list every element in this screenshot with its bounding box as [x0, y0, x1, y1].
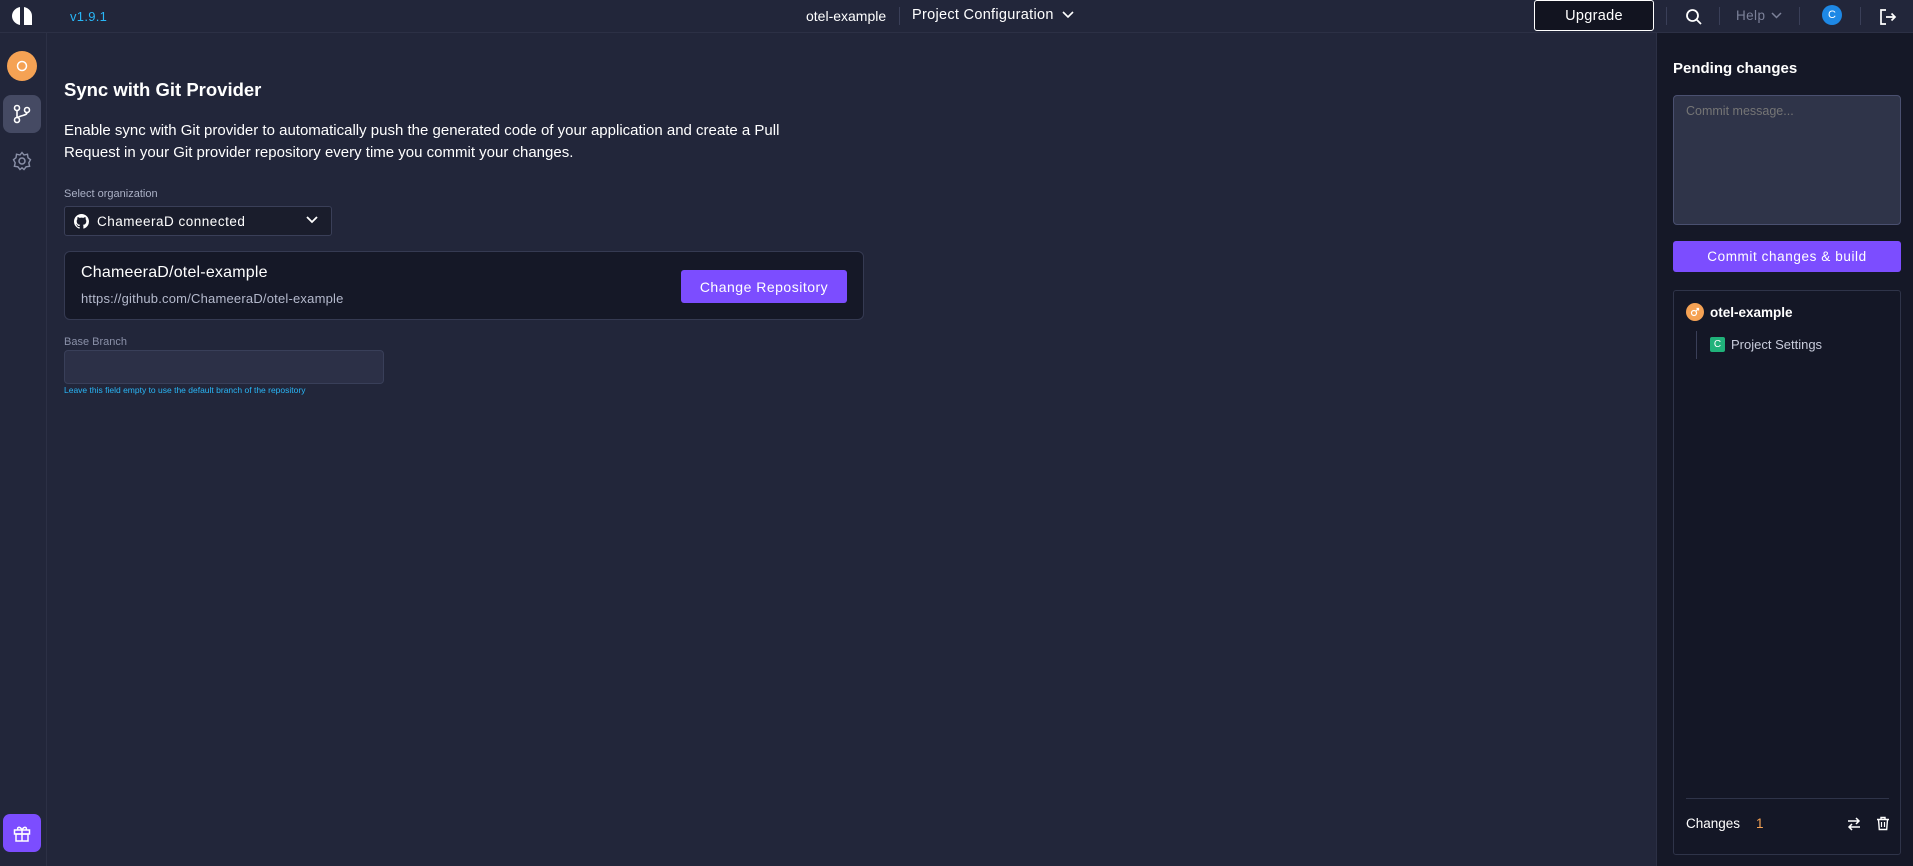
app-version: v1.9.1	[70, 9, 108, 24]
help-label: Help	[1736, 8, 1766, 23]
gift-button[interactable]	[3, 814, 41, 852]
chevron-down-icon	[1062, 11, 1074, 19]
divider	[899, 7, 900, 25]
repository-url[interactable]: https://github.com/ChameeraD/otel-exampl…	[81, 291, 344, 306]
upgrade-button[interactable]: Upgrade	[1534, 0, 1654, 31]
git-branch-icon	[13, 104, 31, 124]
divider	[1666, 7, 1667, 25]
divider	[1686, 798, 1889, 799]
tree-root-item[interactable]: otel-example	[1686, 303, 1793, 321]
organization-select[interactable]: ChameeraD connected	[64, 206, 332, 236]
gift-icon	[13, 826, 31, 842]
sun-icon	[16, 60, 28, 72]
changes-label: Changes	[1686, 816, 1741, 831]
project-configuration-label: Project Configuration	[912, 7, 1054, 23]
repository-card: ChameeraD/otel-example https://github.co…	[64, 251, 864, 320]
gear-icon[interactable]	[11, 150, 33, 172]
project-name: otel-example	[806, 8, 887, 24]
base-branch-hint: Leave this field empty to use the defaul…	[64, 385, 306, 395]
pending-changes-panel: Pending changes Commit changes & build o…	[1656, 33, 1913, 866]
commit-message-input[interactable]	[1673, 95, 1901, 225]
changes-tree: otel-example C Project Settings Changes …	[1673, 290, 1901, 855]
logout-icon[interactable]	[1878, 7, 1898, 27]
divider	[1799, 7, 1800, 25]
top-bar: v1.9.1 otel-example Project Configuratio…	[0, 0, 1913, 33]
repository-name: ChameeraD/otel-example	[81, 264, 268, 281]
project-configuration-menu[interactable]: Project Configuration	[912, 7, 1074, 23]
project-avatar-icon[interactable]	[7, 51, 37, 81]
chevron-down-icon	[1771, 12, 1782, 19]
github-icon	[74, 213, 89, 229]
swap-icon[interactable]	[1846, 816, 1862, 831]
change-badge: C	[1710, 337, 1725, 352]
base-branch-label: Base Branch	[64, 336, 127, 348]
page-description: Enable sync with Git provider to automat…	[64, 122, 780, 161]
divider	[1860, 7, 1861, 25]
pending-changes-title: Pending changes	[1673, 60, 1798, 77]
project-avatar-icon	[1686, 303, 1704, 321]
changes-footer: Changes 1	[1686, 816, 1890, 831]
help-menu[interactable]: Help	[1736, 8, 1782, 23]
organization-label: Select organization	[64, 188, 158, 200]
commit-and-build-button[interactable]: Commit changes & build	[1673, 241, 1901, 272]
base-branch-input[interactable]	[64, 350, 384, 384]
page-title: Sync with Git Provider	[64, 79, 262, 100]
divider	[1719, 7, 1720, 25]
trash-icon[interactable]	[1876, 816, 1890, 831]
chevron-down-icon	[306, 216, 318, 224]
tree-connector	[1696, 331, 1697, 359]
change-repository-button[interactable]: Change Repository	[681, 270, 847, 303]
left-sidebar	[0, 33, 47, 866]
search-icon[interactable]	[1684, 7, 1704, 27]
tree-child-label: Project Settings	[1731, 337, 1823, 352]
app-logo-icon[interactable]	[11, 6, 33, 26]
user-avatar[interactable]: C	[1822, 5, 1842, 25]
git-sync-nav-item[interactable]	[3, 95, 41, 133]
changes-count: 1	[1756, 816, 1764, 831]
tree-root-label: otel-example	[1710, 304, 1793, 320]
organization-value: ChameeraD connected	[97, 213, 246, 229]
gender-icon	[1690, 307, 1700, 317]
tree-child-item[interactable]: C Project Settings	[1710, 337, 1822, 352]
